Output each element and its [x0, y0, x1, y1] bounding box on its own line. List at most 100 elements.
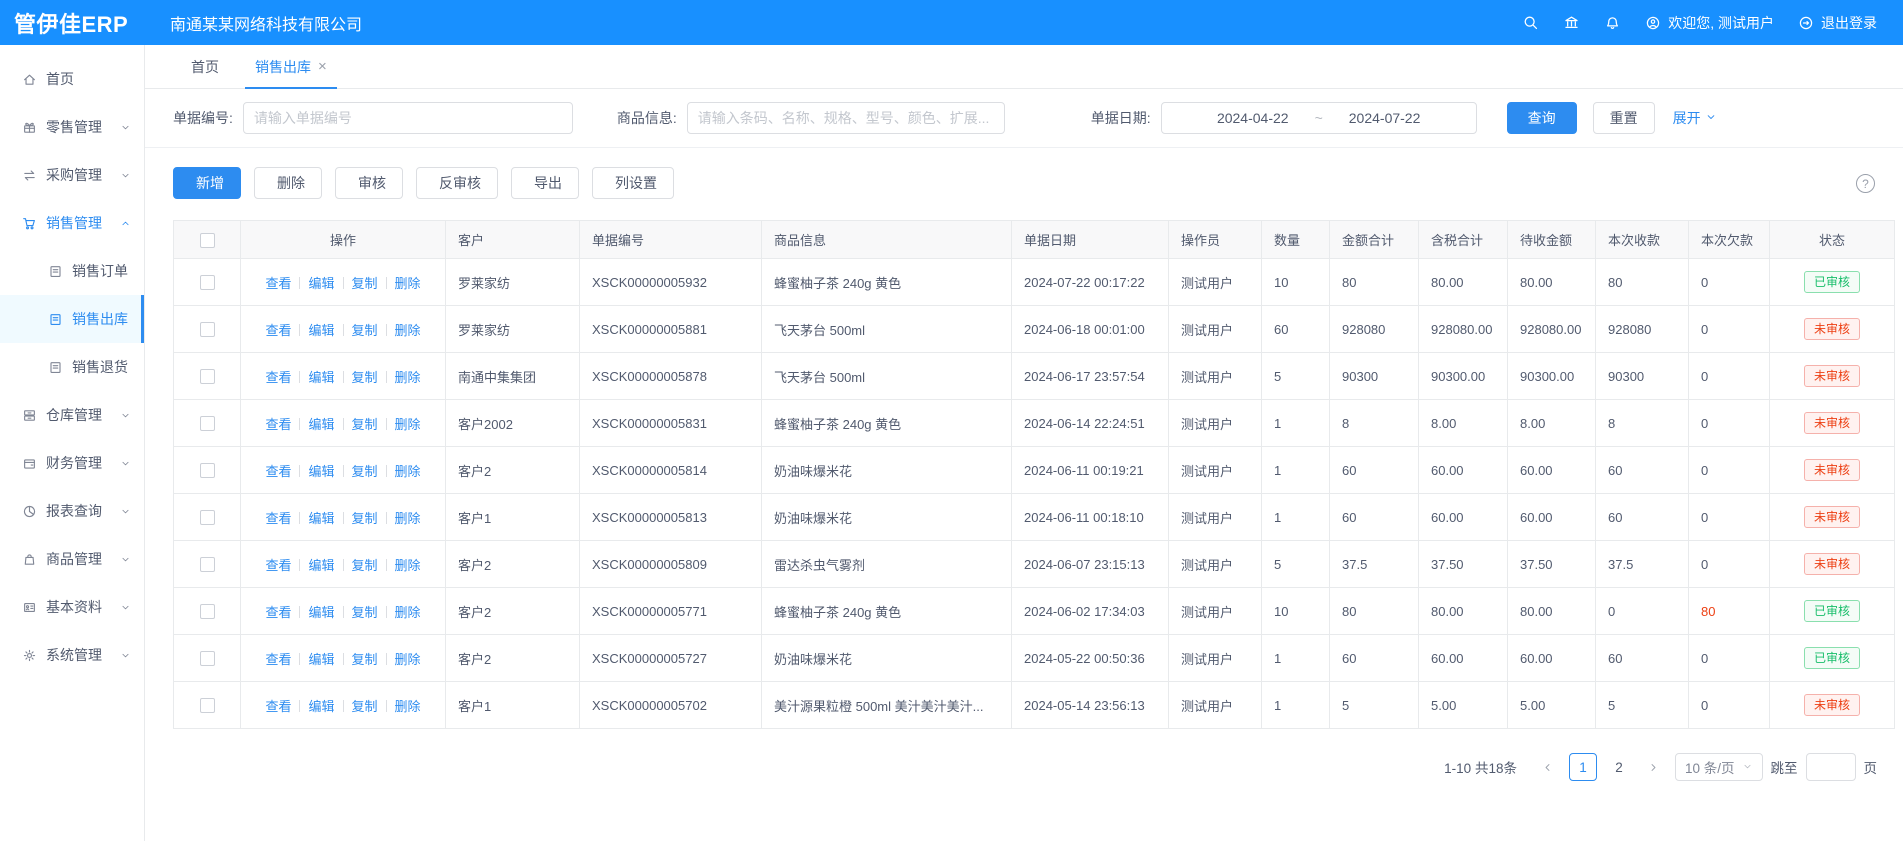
- row-checkbox[interactable]: [200, 463, 215, 478]
- close-icon[interactable]: ×: [318, 59, 327, 74]
- sidebar-item-reports[interactable]: 报表查询: [0, 487, 144, 535]
- view-link[interactable]: 查看: [265, 511, 291, 526]
- organization-icon[interactable]: [1563, 14, 1580, 31]
- copy-link[interactable]: 复制: [352, 323, 378, 338]
- tab-sales-outbound[interactable]: 销售出库×: [237, 45, 345, 88]
- sidebar-item-sales-return[interactable]: 销售退货: [0, 343, 144, 391]
- action-separator: [343, 324, 344, 336]
- unaudit-button[interactable]: 反审核: [416, 167, 498, 199]
- delete-link[interactable]: 删除: [395, 511, 421, 526]
- delete-link[interactable]: 删除: [395, 276, 421, 291]
- edit-link[interactable]: 编辑: [308, 464, 334, 479]
- copy-link[interactable]: 复制: [352, 605, 378, 620]
- jump-page-input[interactable]: [1806, 753, 1856, 781]
- reset-button[interactable]: 重置: [1593, 102, 1655, 134]
- view-link[interactable]: 查看: [265, 464, 291, 479]
- view-link[interactable]: 查看: [265, 652, 291, 667]
- app-logo[interactable]: 管伊佳ERP: [0, 7, 148, 39]
- sidebar-item-purchase[interactable]: 采购管理: [0, 151, 144, 199]
- sidebar-item-sales[interactable]: 销售管理: [0, 199, 144, 247]
- row-checkbox[interactable]: [200, 698, 215, 713]
- view-link[interactable]: 查看: [265, 323, 291, 338]
- row-checkbox[interactable]: [200, 416, 215, 431]
- row-checkbox[interactable]: [200, 275, 215, 290]
- copy-link[interactable]: 复制: [352, 276, 378, 291]
- edit-link[interactable]: 编辑: [308, 699, 334, 714]
- edit-link[interactable]: 编辑: [308, 323, 334, 338]
- view-link[interactable]: 查看: [265, 605, 291, 620]
- edit-link[interactable]: 编辑: [308, 511, 334, 526]
- row-checkbox[interactable]: [200, 651, 215, 666]
- edit-link[interactable]: 编辑: [308, 276, 334, 291]
- next-page-button[interactable]: [1641, 754, 1667, 780]
- row-checkbox[interactable]: [200, 557, 215, 572]
- bill-no-input[interactable]: [243, 102, 573, 134]
- search-icon[interactable]: [1522, 14, 1539, 31]
- delete-link[interactable]: 删除: [395, 558, 421, 573]
- page-1-button[interactable]: 1: [1569, 753, 1597, 781]
- product-info-input[interactable]: [687, 102, 1005, 134]
- date-to[interactable]: 2024-07-22: [1349, 110, 1421, 126]
- date-from[interactable]: 2024-04-22: [1217, 110, 1289, 126]
- copy-link[interactable]: 复制: [352, 558, 378, 573]
- edit-link[interactable]: 编辑: [308, 370, 334, 385]
- view-link[interactable]: 查看: [265, 699, 291, 714]
- delete-link[interactable]: 删除: [395, 652, 421, 667]
- export-button[interactable]: 导出: [511, 167, 579, 199]
- sidebar-item-finance[interactable]: 财务管理: [0, 439, 144, 487]
- delete-link[interactable]: 删除: [395, 323, 421, 338]
- notifications-bell-icon[interactable]: [1604, 14, 1621, 31]
- add-button[interactable]: 新增: [173, 167, 241, 199]
- view-link[interactable]: 查看: [265, 370, 291, 385]
- delete-button[interactable]: 删除: [254, 167, 322, 199]
- delete-link[interactable]: 删除: [395, 464, 421, 479]
- sidebar-item-retail[interactable]: 零售管理: [0, 103, 144, 151]
- sidebar-item-home[interactable]: 首页: [0, 55, 144, 103]
- edit-link[interactable]: 编辑: [308, 558, 334, 573]
- edit-link[interactable]: 编辑: [308, 605, 334, 620]
- view-link[interactable]: 查看: [265, 276, 291, 291]
- toolbar: 新增 删除 审核 反审核 导出 列设置 ?: [145, 148, 1903, 220]
- edit-link[interactable]: 编辑: [308, 417, 334, 432]
- row-checkbox[interactable]: [200, 369, 215, 384]
- row-checkbox[interactable]: [200, 604, 215, 619]
- audit-button[interactable]: 审核: [335, 167, 403, 199]
- sidebar-item-system[interactable]: 系统管理: [0, 631, 144, 679]
- copy-link[interactable]: 复制: [352, 370, 378, 385]
- row-checkbox[interactable]: [200, 510, 215, 525]
- copy-link[interactable]: 复制: [352, 511, 378, 526]
- prev-page-button[interactable]: [1535, 754, 1561, 780]
- date-range-picker[interactable]: 2024-04-22 ~ 2024-07-22: [1161, 102, 1477, 134]
- status-badge: 未审核: [1804, 506, 1860, 528]
- logout-button[interactable]: 退出登录: [1798, 13, 1877, 33]
- help-icon[interactable]: ?: [1856, 174, 1875, 193]
- sidebar-item-sales-outbound[interactable]: 销售出库: [0, 295, 144, 343]
- sidebar-item-warehouse[interactable]: 仓库管理: [0, 391, 144, 439]
- select-all-checkbox[interactable]: [200, 233, 215, 248]
- cell-date: 2024-06-11 00:18:10: [1012, 494, 1169, 541]
- delete-link[interactable]: 删除: [395, 605, 421, 620]
- view-link[interactable]: 查看: [265, 558, 291, 573]
- delete-link[interactable]: 删除: [395, 699, 421, 714]
- cell-operator: 测试用户: [1169, 635, 1262, 682]
- copy-link[interactable]: 复制: [352, 417, 378, 432]
- copy-link[interactable]: 复制: [352, 652, 378, 667]
- cell-bill-no: XSCK00000005813: [580, 494, 762, 541]
- welcome-user[interactable]: 欢迎您, 测试用户: [1645, 13, 1774, 33]
- tab-home[interactable]: 首页: [173, 45, 237, 88]
- sidebar-item-basic-data[interactable]: 基本资料: [0, 583, 144, 631]
- page-2-button[interactable]: 2: [1605, 753, 1633, 781]
- row-checkbox[interactable]: [200, 322, 215, 337]
- view-link[interactable]: 查看: [265, 417, 291, 432]
- expand-filters-link[interactable]: 展开: [1673, 108, 1717, 128]
- sidebar-item-sales-order[interactable]: 销售订单: [0, 247, 144, 295]
- copy-link[interactable]: 复制: [352, 464, 378, 479]
- delete-link[interactable]: 删除: [395, 370, 421, 385]
- page-size-select[interactable]: 10 条/页: [1675, 753, 1763, 781]
- edit-link[interactable]: 编辑: [308, 652, 334, 667]
- sidebar-item-products[interactable]: 商品管理: [0, 535, 144, 583]
- delete-link[interactable]: 删除: [395, 417, 421, 432]
- search-button[interactable]: 查询: [1507, 102, 1577, 134]
- column-settings-button[interactable]: 列设置: [592, 167, 674, 199]
- copy-link[interactable]: 复制: [352, 699, 378, 714]
